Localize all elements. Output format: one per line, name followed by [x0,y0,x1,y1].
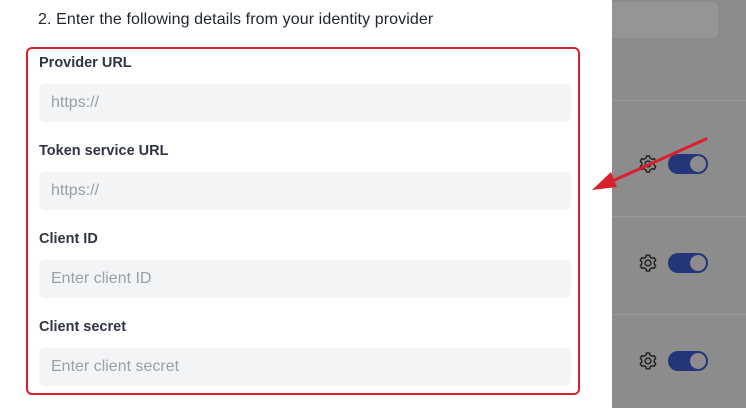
client-id-label: Client ID [39,231,98,247]
modal-backdrop[interactable] [612,0,746,408]
client-secret-label: Client secret [39,319,127,335]
backdrop-divider [612,216,746,217]
backdrop-header-bar [612,2,718,38]
backdrop-toggle[interactable] [668,253,708,273]
toggle-knob [690,255,706,271]
backdrop-divider [612,100,746,101]
gear-icon[interactable] [638,154,658,174]
toggle-knob [690,156,706,172]
toggle-knob [690,353,706,369]
backdrop-row [612,144,746,184]
gear-icon[interactable] [638,351,658,371]
backdrop-row [612,243,746,283]
token-service-url-input[interactable] [39,172,571,210]
step-title: 2. Enter the following details from your… [38,11,434,28]
backdrop-toggle[interactable] [668,154,708,174]
backdrop-row [612,341,746,381]
token-service-url-label: Token service URL [39,143,169,159]
client-secret-input[interactable] [39,348,571,386]
gear-icon[interactable] [638,253,658,273]
client-id-input[interactable] [39,260,571,298]
provider-url-label: Provider URL [39,55,132,71]
identity-provider-panel: 2. Enter the following details from your… [0,0,612,408]
provider-url-input[interactable] [39,84,571,122]
backdrop-toggle[interactable] [668,351,708,371]
backdrop-divider [612,314,746,315]
